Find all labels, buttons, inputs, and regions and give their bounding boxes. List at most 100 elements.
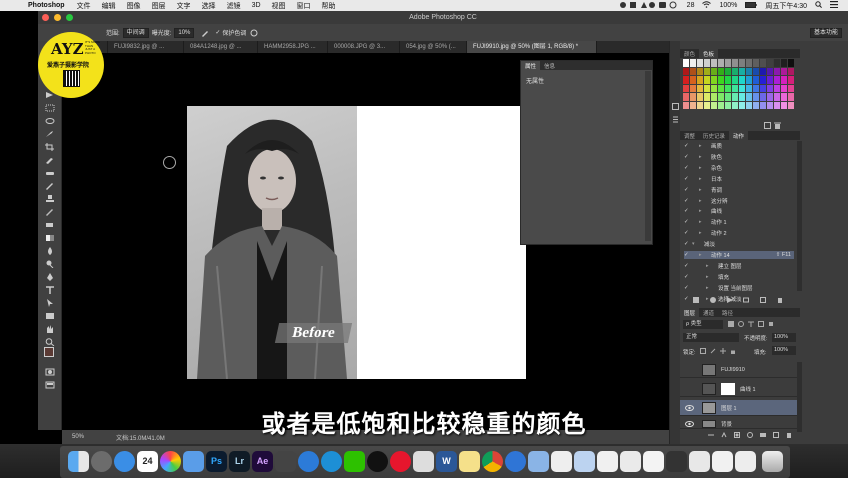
opacity-input[interactable]: 100%: [772, 333, 796, 342]
color-swatch[interactable]: [774, 59, 780, 67]
trash-can-icon[interactable]: [762, 451, 783, 472]
word-icon[interactable]: W: [436, 451, 457, 472]
color-swatch[interactable]: [753, 67, 759, 75]
action-row[interactable]: ✓ ▸ 动作 2: [684, 229, 794, 237]
window-thumb-5[interactable]: [666, 451, 687, 472]
color-swatch[interactable]: [739, 93, 745, 101]
color-swatch[interactable]: [683, 93, 689, 101]
type-tool-icon[interactable]: [45, 286, 55, 294]
color-swatch[interactable]: [746, 101, 752, 109]
disclosure-triangle-icon[interactable]: ▸: [699, 143, 711, 149]
stop-icon[interactable]: [693, 297, 700, 303]
action-toggle-checkbox[interactable]: ✓: [684, 285, 692, 291]
action-toggle-checkbox[interactable]: ✓: [684, 187, 692, 193]
color-swatch[interactable]: [788, 67, 794, 75]
color-swatch[interactable]: [739, 67, 745, 75]
adjustment-filter-icon[interactable]: [738, 321, 744, 327]
color-swatch[interactable]: [697, 76, 703, 84]
disclosure-triangle-icon[interactable]: ▸: [699, 208, 711, 214]
brush-tool-icon[interactable]: [45, 182, 55, 190]
color-swatch[interactable]: [760, 67, 766, 75]
marquee-tool-icon[interactable]: [45, 104, 55, 112]
menu-list-icon[interactable]: [830, 1, 838, 10]
quick-mask-icon[interactable]: [45, 368, 55, 376]
action-row[interactable]: ✓ ▸ 日本: [684, 175, 794, 183]
eyedropper-tool-icon[interactable]: [45, 156, 55, 164]
trash-icon[interactable]: [774, 122, 781, 129]
swatch-grid[interactable]: [683, 59, 796, 111]
color-swatch[interactable]: [788, 93, 794, 101]
menu-3d[interactable]: 3D: [252, 2, 261, 9]
notes-icon[interactable]: [459, 451, 480, 472]
color-swatch[interactable]: [781, 93, 787, 101]
action-row[interactable]: ✓ ▸ 填充: [684, 273, 794, 281]
color-swatch[interactable]: [753, 101, 759, 109]
new-set-icon[interactable]: [743, 297, 750, 303]
airbrush-icon[interactable]: [200, 28, 210, 38]
photoshop-icon[interactable]: Ps: [206, 451, 227, 472]
color-swatch[interactable]: [683, 76, 689, 84]
play-icon[interactable]: [726, 297, 733, 303]
color-swatch[interactable]: [781, 101, 787, 109]
disclosure-triangle-icon[interactable]: ▸: [699, 252, 711, 258]
action-row[interactable]: ✓ ▸ 肤色: [684, 153, 794, 161]
action-row[interactable]: ✓ ▸ 动作 14 ⇧ F11: [684, 251, 794, 259]
layer-row[interactable]: 曲线 1: [680, 381, 800, 397]
history-panel-icon[interactable]: [672, 103, 679, 110]
apple-icon[interactable]: [14, 1, 24, 10]
eraser-tool-icon[interactable]: [45, 221, 55, 229]
window-thumb-4[interactable]: [643, 451, 664, 472]
doc-tab-active[interactable]: FUJI9910.jpg @ 50% (图层 1, RGB/8) *: [467, 41, 597, 53]
color-swatch[interactable]: [781, 84, 787, 92]
color-swatch[interactable]: [690, 93, 696, 101]
record-icon[interactable]: [709, 297, 716, 303]
lock-all-icon[interactable]: [730, 348, 736, 354]
color-swatch[interactable]: [711, 76, 717, 84]
color-swatch[interactable]: [690, 84, 696, 92]
window-thumb-6[interactable]: [689, 451, 710, 472]
color-swatch[interactable]: [746, 67, 752, 75]
smart-object-filter-icon[interactable]: [768, 321, 774, 327]
healing-brush-tool-icon[interactable]: [45, 169, 55, 177]
menu-filter[interactable]: 滤镜: [227, 1, 241, 11]
color-swatch[interactable]: [718, 101, 724, 109]
doc-tab[interactable]: 000008.JPG @ 3...: [328, 41, 400, 53]
color-swatch[interactable]: [725, 93, 731, 101]
color-swatch[interactable]: [767, 67, 773, 75]
color-swatch[interactable]: [739, 101, 745, 109]
doc-tab[interactable]: 084A1248.jpg @ ...: [184, 41, 258, 53]
exposure-input[interactable]: 10%: [174, 27, 195, 38]
menu-edit[interactable]: 编辑: [102, 1, 116, 11]
lock-position-icon[interactable]: [720, 348, 726, 354]
action-toggle-checkbox[interactable]: ✓: [684, 274, 692, 280]
actions-scrollbar[interactable]: [797, 141, 802, 291]
blend-mode-select[interactable]: 正常: [683, 333, 739, 342]
foreground-color-swatch[interactable]: [44, 347, 54, 357]
action-toggle-checkbox[interactable]: ✓: [684, 230, 692, 236]
color-swatch[interactable]: [725, 76, 731, 84]
color-swatch[interactable]: [711, 84, 717, 92]
properties-scrollbar[interactable]: [645, 71, 651, 241]
color-swatch[interactable]: [697, 67, 703, 75]
color-swatch[interactable]: [718, 93, 724, 101]
tab-paths[interactable]: 路径: [718, 308, 737, 317]
tab-swatches[interactable]: 色板: [699, 49, 719, 58]
photos-icon[interactable]: [160, 451, 181, 472]
color-swatch[interactable]: [781, 76, 787, 84]
window-thumb-3[interactable]: [620, 451, 641, 472]
preview-icon[interactable]: [528, 451, 549, 472]
color-swatch[interactable]: [711, 67, 717, 75]
pen-tool-icon[interactable]: [45, 273, 55, 281]
screen-mode-icon[interactable]: [45, 381, 55, 389]
textedit-icon[interactable]: [551, 451, 572, 472]
visibility-off[interactable]: [686, 385, 694, 393]
color-swatch[interactable]: [732, 84, 738, 92]
dodge-tool-icon[interactable]: [45, 260, 55, 268]
color-swatch[interactable]: [767, 76, 773, 84]
clock[interactable]: 周五下午4:30: [765, 1, 807, 11]
after-effects-icon[interactable]: Ae: [252, 451, 273, 472]
action-row[interactable]: ✓ ▸ 建立 图层: [684, 262, 794, 270]
color-swatch[interactable]: [732, 67, 738, 75]
color-swatch[interactable]: [760, 59, 766, 67]
quick-select-tool-icon[interactable]: [45, 130, 55, 138]
